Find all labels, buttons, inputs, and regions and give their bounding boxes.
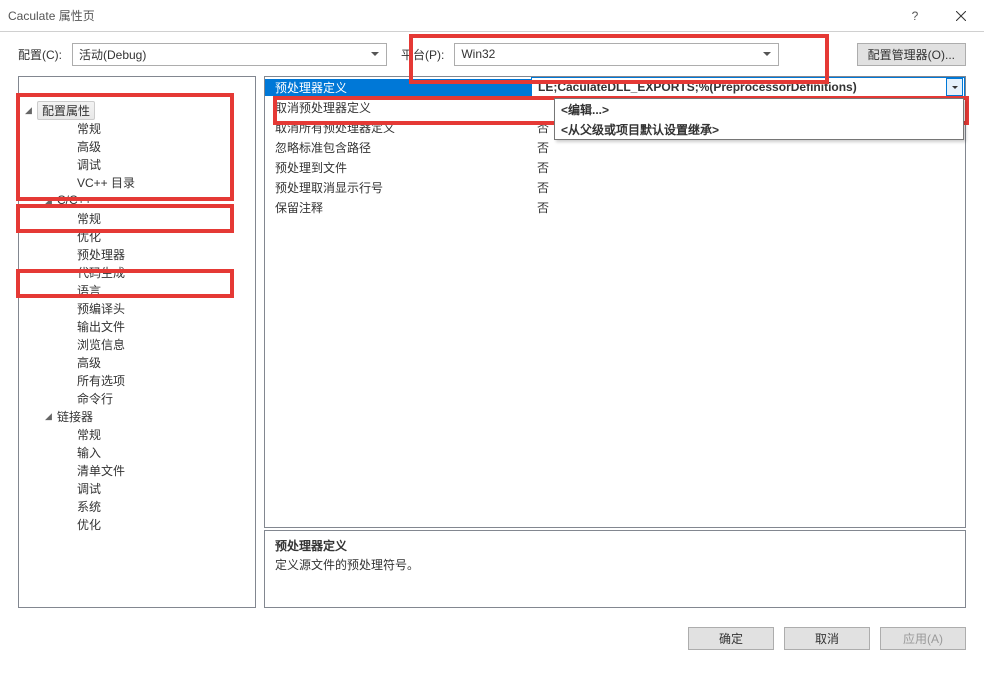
tree-item[interactable]: 语言 <box>19 281 255 299</box>
tree-item-label: 输出文件 <box>77 318 125 335</box>
description-panel: 预处理器定义 定义源文件的预处理符号。 <box>264 530 966 608</box>
property-name: 保留注释 <box>265 199 531 216</box>
tree[interactable]: ◢ 配置属性 常规高级调试VC++ 目录 ◢ C/C++ 常规优化预处理器代码生… <box>18 76 256 608</box>
ok-button[interactable]: 确定 <box>688 627 774 650</box>
tree-item[interactable]: VC++ 目录 <box>19 173 255 191</box>
tree-item-label: 所有选项 <box>77 372 125 389</box>
tree-item-label: 调试 <box>77 480 101 497</box>
tree-item-label: 常规 <box>77 120 101 137</box>
property-name: 取消所有预处理器定义 <box>265 119 531 136</box>
tree-item-label: 代码生成 <box>77 264 125 281</box>
tree-item[interactable]: 输入 <box>19 443 255 461</box>
tree-item-label: 高级 <box>77 354 101 371</box>
config-manager-button[interactable]: 配置管理器(O)... <box>857 43 966 66</box>
grid-row[interactable]: 忽略标准包含路径否 <box>265 137 965 157</box>
tree-linker-label: 链接器 <box>57 408 93 425</box>
property-name: 预处理器定义 <box>265 79 531 96</box>
tree-cpp-label: C/C++ <box>57 193 92 207</box>
tree-item[interactable]: 清单文件 <box>19 461 255 479</box>
tree-item[interactable]: 常规 <box>19 209 255 227</box>
tree-item[interactable]: 优化 <box>19 227 255 245</box>
property-value[interactable]: 否 <box>531 159 965 176</box>
property-value[interactable]: LE;CaculateDLL_EXPORTS;%(PreprocessorDef… <box>531 77 965 97</box>
footer: 确定 取消 应用(A) <box>0 616 984 660</box>
config-combo[interactable]: 活动(Debug) <box>72 43 387 66</box>
popup-item-inherit[interactable]: <从父级或项目默认设置继承> <box>555 119 963 139</box>
tree-item-label: 常规 <box>77 426 101 443</box>
popup-item-edit[interactable]: <编辑...> <box>555 99 963 119</box>
collapse-icon[interactable]: ◢ <box>45 195 57 206</box>
tree-item[interactable]: 代码生成 <box>19 263 255 281</box>
property-name: 取消预处理器定义 <box>265 99 531 116</box>
platform-label: 平台(P): <box>401 46 444 63</box>
tree-item-label: 清单文件 <box>77 462 125 479</box>
tree-item[interactable]: 命令行 <box>19 389 255 407</box>
tree-item[interactable]: 浏览信息 <box>19 335 255 353</box>
tree-item-label: 系统 <box>77 498 101 515</box>
toolbar: 配置(C): 活动(Debug) 平台(P): Win32 配置管理器(O)..… <box>0 32 984 76</box>
dropdown-popup: <编辑...><从父级或项目默认设置继承> <box>554 98 964 140</box>
description-body: 定义源文件的预处理符号。 <box>275 556 955 573</box>
property-grid: 预处理器定义LE;CaculateDLL_EXPORTS;%(Preproces… <box>264 76 966 528</box>
tree-root[interactable]: ◢ 配置属性 <box>19 101 255 119</box>
tree-item-label: 优化 <box>77 228 101 245</box>
tree-root-label: 配置属性 <box>37 101 95 120</box>
config-value: 活动(Debug) <box>79 46 368 63</box>
property-name: 预处理到文件 <box>265 159 531 176</box>
titlebar: Caculate 属性页 ? <box>0 0 984 32</box>
property-panel: 预处理器定义LE;CaculateDLL_EXPORTS;%(Preproces… <box>264 76 966 608</box>
tree-item-label: 高级 <box>77 138 101 155</box>
tree-item-label: 命令行 <box>77 390 113 407</box>
tree-item-label: VC++ 目录 <box>77 174 135 191</box>
description-title: 预处理器定义 <box>275 537 955 554</box>
platform-combo[interactable]: Win32 <box>454 43 779 66</box>
apply-button[interactable]: 应用(A) <box>880 627 966 650</box>
tree-item[interactable]: 调试 <box>19 155 255 173</box>
tree-item-label: 常规 <box>77 210 101 227</box>
grid-row[interactable]: 预处理取消显示行号否 <box>265 177 965 197</box>
collapse-icon[interactable]: ◢ <box>45 411 57 422</box>
tree-item[interactable]: 预处理器 <box>19 245 255 263</box>
tree-item[interactable]: 输出文件 <box>19 317 255 335</box>
tree-item[interactable]: 高级 <box>19 137 255 155</box>
tree-cpp[interactable]: ◢ C/C++ <box>19 191 255 209</box>
tree-item[interactable]: 常规 <box>19 425 255 443</box>
content: ◢ 配置属性 常规高级调试VC++ 目录 ◢ C/C++ 常规优化预处理器代码生… <box>0 76 984 616</box>
tree-item[interactable]: 系统 <box>19 497 255 515</box>
grid-row[interactable]: 预处理到文件否 <box>265 157 965 177</box>
chevron-down-icon[interactable] <box>946 78 963 96</box>
cancel-button[interactable]: 取消 <box>784 627 870 650</box>
tree-linker[interactable]: ◢ 链接器 <box>19 407 255 425</box>
platform-value: Win32 <box>461 47 760 61</box>
tree-item[interactable]: 预编译头 <box>19 299 255 317</box>
tree-item[interactable]: 常规 <box>19 119 255 137</box>
property-name: 忽略标准包含路径 <box>265 139 531 156</box>
chevron-down-icon <box>760 52 774 56</box>
property-value[interactable]: 否 <box>531 179 965 196</box>
tree-item[interactable]: 优化 <box>19 515 255 533</box>
help-button[interactable]: ? <box>892 0 938 32</box>
chevron-down-icon <box>368 52 382 56</box>
tree-item[interactable]: 所有选项 <box>19 371 255 389</box>
grid-row[interactable]: 预处理器定义LE;CaculateDLL_EXPORTS;%(Preproces… <box>265 77 965 97</box>
property-value[interactable]: 否 <box>531 139 965 156</box>
window-title: Caculate 属性页 <box>8 7 892 24</box>
grid-row[interactable]: 保留注释否 <box>265 197 965 217</box>
close-button[interactable] <box>938 0 984 32</box>
collapse-icon[interactable]: ◢ <box>25 105 37 116</box>
tree-item-label: 语言 <box>77 282 101 299</box>
tree-item-label: 预处理器 <box>77 246 125 263</box>
config-label: 配置(C): <box>18 46 62 63</box>
tree-item-label: 输入 <box>77 444 101 461</box>
tree-item-label: 预编译头 <box>77 300 125 317</box>
tree-item-label: 调试 <box>77 156 101 173</box>
tree-item[interactable]: 调试 <box>19 479 255 497</box>
property-value[interactable]: 否 <box>531 199 965 216</box>
tree-item[interactable]: 高级 <box>19 353 255 371</box>
property-name: 预处理取消显示行号 <box>265 179 531 196</box>
tree-item-label: 优化 <box>77 516 101 533</box>
tree-item-label: 浏览信息 <box>77 336 125 353</box>
